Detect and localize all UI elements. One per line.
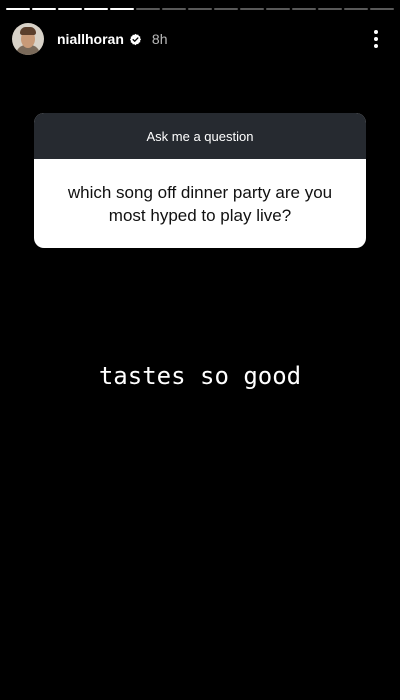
story-progress-segment [6, 8, 30, 10]
question-sticker-header: Ask me a question [34, 113, 366, 159]
story-progress-bar [6, 8, 394, 10]
more-options-icon[interactable] [364, 27, 388, 51]
story-progress-segment [266, 8, 290, 10]
story-progress-segment [32, 8, 56, 10]
story-progress-segment [214, 8, 238, 10]
story-progress-segment [344, 8, 368, 10]
verified-badge-icon [129, 33, 141, 45]
more-options-dot [374, 37, 378, 41]
username[interactable]: niallhoran [57, 31, 124, 47]
story-time: 8h [151, 31, 168, 47]
story-progress-segment [110, 8, 134, 10]
story-progress-segment [240, 8, 264, 10]
question-sticker: Ask me a question which song off dinner … [34, 113, 366, 248]
question-sticker-text: which song off dinner party are you most… [67, 182, 333, 225]
story-progress-segment [84, 8, 108, 10]
avatar-hair [20, 27, 36, 35]
story-progress-segment [188, 8, 212, 10]
more-options-dot [374, 30, 378, 34]
story-progress-segment [58, 8, 82, 10]
story-progress-segment [292, 8, 316, 10]
story-progress-segment [318, 8, 342, 10]
story-progress-segment [370, 8, 394, 10]
more-options-dot [374, 44, 378, 48]
story-answer-text: tastes so good [98, 362, 302, 390]
story-progress-segment [162, 8, 186, 10]
story-progress-segment [136, 8, 160, 10]
avatar[interactable] [12, 23, 44, 55]
story-header: niallhoran 8h [12, 22, 388, 56]
